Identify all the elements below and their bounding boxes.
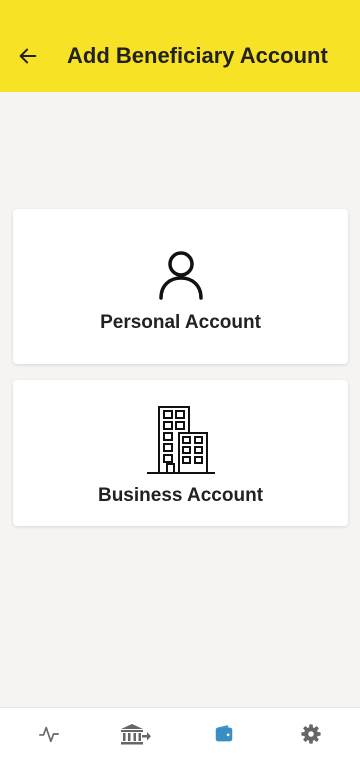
person-icon xyxy=(157,249,205,301)
nav-bank-transfer[interactable] xyxy=(106,708,166,760)
arrow-left-icon xyxy=(19,48,37,64)
app-bar: Add Beneficiary Account xyxy=(0,0,360,92)
nav-settings[interactable] xyxy=(281,708,341,760)
bottom-navigation xyxy=(0,707,360,760)
wallet-icon xyxy=(215,725,232,742)
business-account-label: Business Account xyxy=(97,485,264,506)
nav-activity[interactable] xyxy=(19,708,79,760)
buildings-icon xyxy=(145,405,217,475)
nav-wallet[interactable] xyxy=(194,708,254,760)
personal-account-option[interactable]: Personal Account xyxy=(13,209,348,364)
activity-icon xyxy=(38,726,59,743)
bank-transfer-icon xyxy=(121,724,152,745)
personal-account-label: Personal Account xyxy=(100,312,261,333)
page-title: Add Beneficiary Account xyxy=(67,43,328,68)
settings-icon xyxy=(301,724,321,744)
back-button[interactable] xyxy=(0,20,56,92)
business-account-option[interactable]: Business Account xyxy=(13,380,348,526)
